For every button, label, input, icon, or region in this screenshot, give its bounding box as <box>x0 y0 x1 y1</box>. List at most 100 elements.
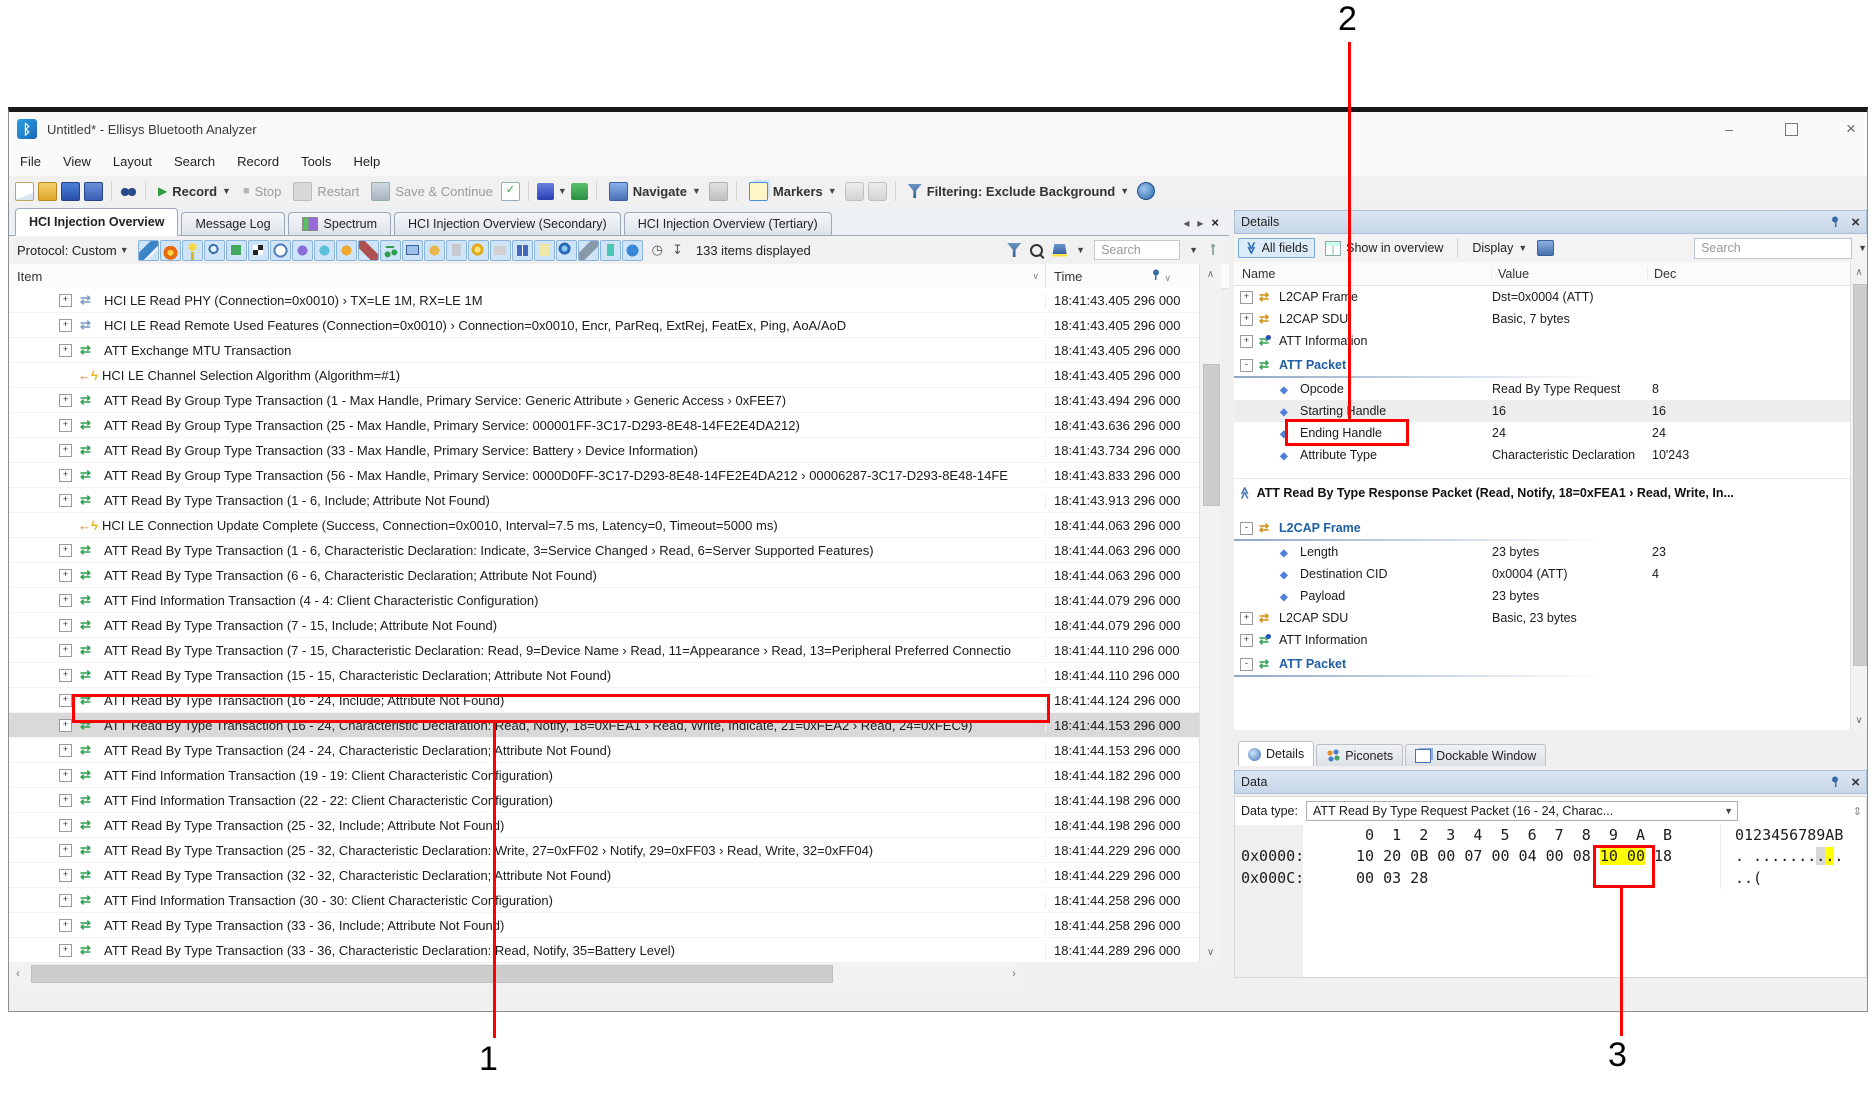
expand-icon[interactable]: + <box>59 644 72 657</box>
scrollbar-thumb[interactable] <box>1853 284 1867 666</box>
menu-item[interactable]: Tools <box>290 150 342 173</box>
protocol-filter-icon[interactable] <box>578 240 599 261</box>
details-row[interactable]: - ATT Packet <box>1234 651 1850 677</box>
expand-icon[interactable]: + <box>1240 291 1253 304</box>
expand-icon[interactable]: + <box>59 869 72 882</box>
details-search-input[interactable]: Search <box>1694 238 1852 259</box>
bottom-tab[interactable]: Dockable Window <box>1405 744 1546 766</box>
export-icon[interactable]: ↧ <box>672 242 683 258</box>
expand-icon[interactable]: + <box>59 894 72 907</box>
expand-icon[interactable] <box>59 370 70 381</box>
response-packet-header[interactable]: ≫ ATT Read By Type Response Packet (Read… <box>1234 478 1850 507</box>
list-item[interactable]: + ATT Read By Type Transaction (15 - 15,… <box>9 663 1199 688</box>
prev-marker-icon[interactable] <box>845 182 864 201</box>
column-header-time[interactable]: Time ∨ <box>1045 264 1177 288</box>
expand-icon[interactable]: + <box>59 544 72 557</box>
scroll-up-icon[interactable]: ∧ <box>1200 264 1221 284</box>
expand-icon[interactable]: + <box>59 569 72 582</box>
column-header-item[interactable]: Item ∨ <box>9 264 1045 288</box>
display-button[interactable]: Display ▼ <box>1468 239 1531 257</box>
list-item[interactable]: + ATT Read By Type Transaction (6 - 6, C… <box>9 563 1199 588</box>
protocol-filter-icon[interactable] <box>380 240 401 261</box>
expand-icon[interactable]: + <box>59 694 72 707</box>
details-row[interactable]: Payload 23 bytes <box>1234 585 1850 607</box>
list-item[interactable]: + ATT Read By Type Transaction (32 - 32,… <box>9 863 1199 888</box>
close-button[interactable]: × <box>1831 116 1871 142</box>
navigate-button[interactable]: Navigate▼ <box>605 180 705 203</box>
details-scrollbar[interactable]: ∧ ∨ <box>1850 262 1867 730</box>
chevron-down-icon[interactable]: ∨ <box>1032 271 1045 282</box>
column-name[interactable]: Name <box>1234 267 1492 281</box>
globe-icon[interactable] <box>1137 182 1155 200</box>
protocol-filter-icon[interactable] <box>314 240 335 261</box>
list-item[interactable]: + ATT Read By Type Transaction (16 - 24,… <box>9 688 1199 713</box>
close-icon[interactable]: × <box>1851 214 1860 231</box>
save-icon[interactable] <box>61 182 80 201</box>
details-row[interactable]: Starting Handle 16 16 <box>1234 400 1850 422</box>
search-input[interactable]: Search <box>1094 240 1180 260</box>
menu-item[interactable]: Search <box>163 150 226 173</box>
protocol-filter-icon[interactable] <box>512 240 533 261</box>
list-item[interactable]: + ATT Find Information Transaction (30 -… <box>9 888 1199 913</box>
chevron-down-icon[interactable]: ▼ <box>1076 245 1085 255</box>
search-icon[interactable] <box>1030 244 1043 257</box>
close-icon[interactable]: × <box>1851 774 1860 791</box>
expand-icon[interactable]: + <box>59 744 72 757</box>
set-icon[interactable] <box>537 183 554 200</box>
expand-icon[interactable]: - <box>1240 658 1253 671</box>
all-fields-button[interactable]: ≫ All fields <box>1238 238 1315 258</box>
protocol-filter-icon[interactable] <box>424 240 445 261</box>
details-row[interactable]: - ATT Packet <box>1234 352 1850 378</box>
scroll-up-icon[interactable]: ∧ <box>1851 262 1867 282</box>
expand-icon[interactable]: + <box>59 919 72 932</box>
expand-icon[interactable] <box>1240 569 1274 580</box>
tab-close-icon[interactable]: × <box>1211 215 1219 230</box>
save-continue-button[interactable]: Save & Continue <box>367 180 497 203</box>
list-item[interactable]: + ATT Read By Type Transaction (1 - 6, I… <box>9 488 1199 513</box>
chevron-down-icon[interactable]: ▼ <box>558 186 567 196</box>
tab-scroll-left-icon[interactable]: ◂ <box>1183 216 1189 230</box>
open-file-icon[interactable] <box>38 182 57 201</box>
chevron-down-icon[interactable]: ▼ <box>1189 245 1198 255</box>
list-item[interactable]: + ATT Read By Type Transaction (33 - 36,… <box>9 938 1199 962</box>
list-item[interactable]: + ATT Read By Type Transaction (33 - 36,… <box>9 913 1199 938</box>
expand-icon[interactable]: + <box>59 844 72 857</box>
protocol-filter-icon[interactable] <box>248 240 269 261</box>
pin-and-sort-icons[interactable]: ∨ <box>1150 269 1177 284</box>
protocol-filter-icon[interactable] <box>292 240 313 261</box>
expand-icon[interactable]: + <box>59 494 72 507</box>
details-row[interactable]: - L2CAP Frame <box>1234 515 1850 541</box>
expand-icon[interactable]: + <box>59 619 72 632</box>
protocol-filter-icon[interactable] <box>490 240 511 261</box>
protocol-filter-icon[interactable] <box>622 240 643 261</box>
expand-icon[interactable]: - <box>1240 359 1253 372</box>
scroll-down-icon[interactable]: ∨ <box>1200 942 1221 962</box>
restart-button[interactable]: Restart <box>289 180 363 203</box>
list-item[interactable]: + ATT Read By Type Transaction (25 - 32,… <box>9 813 1199 838</box>
menu-item[interactable]: File <box>9 150 52 173</box>
expand-icon[interactable]: + <box>1240 634 1253 647</box>
expand-icon[interactable]: + <box>1240 612 1253 625</box>
list-item[interactable]: + ATT Read By Type Transaction (25 - 32,… <box>9 838 1199 863</box>
chevron-down-icon[interactable]: ▼ <box>1858 243 1867 253</box>
protocol-filter-icon[interactable] <box>204 240 225 261</box>
markers-button[interactable]: Markers▼ <box>745 180 841 203</box>
details-row[interactable]: + L2CAP SDU Basic, 23 bytes <box>1234 607 1850 629</box>
menu-item[interactable]: View <box>52 150 102 173</box>
protocol-filter-icon[interactable] <box>468 240 489 261</box>
protocol-filter-icon[interactable] <box>138 240 159 261</box>
scroll-down-icon[interactable]: ∨ <box>1851 710 1867 730</box>
menu-item[interactable]: Help <box>342 150 391 173</box>
menu-item[interactable]: Record <box>226 150 290 173</box>
expand-icon[interactable]: + <box>59 419 72 432</box>
column-value[interactable]: Value <box>1492 267 1648 281</box>
expand-icon[interactable] <box>1240 428 1274 439</box>
data-type-select[interactable]: ATT Read By Type Request Packet (16 - 24… <box>1306 801 1738 821</box>
expand-icon[interactable]: + <box>59 294 72 307</box>
expand-icon[interactable]: + <box>59 594 72 607</box>
bottom-tab[interactable]: Piconets <box>1316 744 1403 766</box>
list-item[interactable]: + ATT Read By Group Type Transaction (1 … <box>9 388 1199 413</box>
minimize-button[interactable]: – <box>1709 116 1749 142</box>
list-item[interactable]: + ATT Exchange MTU Transaction 18:41:43.… <box>9 338 1199 363</box>
document-tab[interactable]: HCI Injection Overview <box>15 208 178 236</box>
